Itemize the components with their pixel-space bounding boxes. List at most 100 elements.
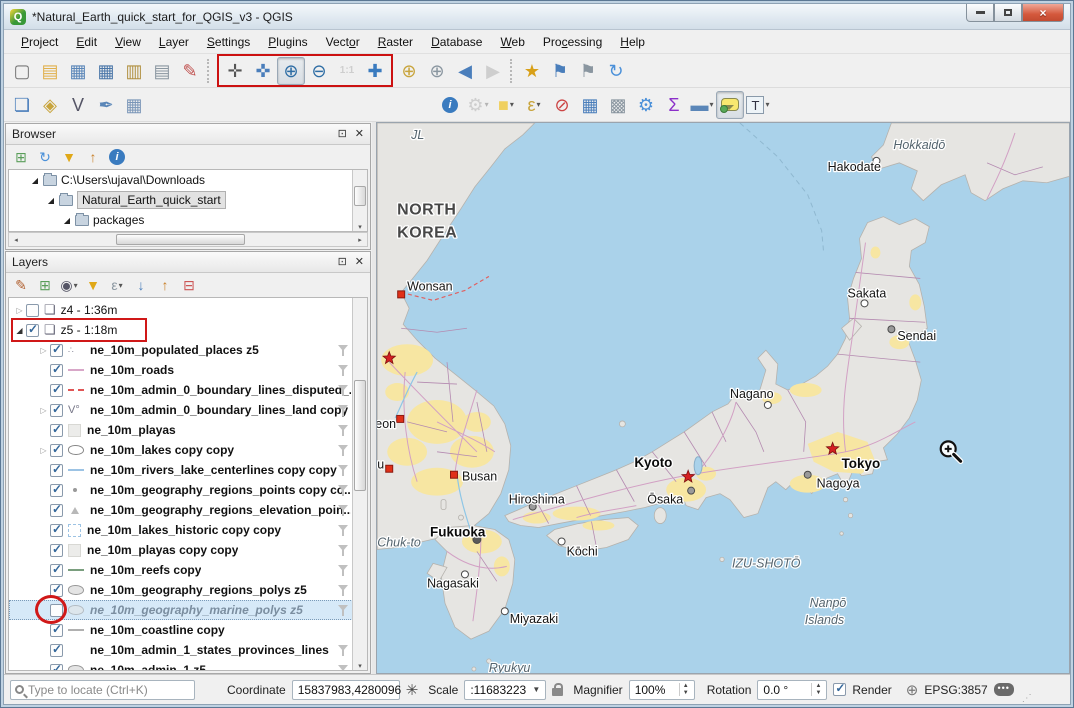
- layer-visibility-checkbox[interactable]: [50, 504, 63, 517]
- new-shapefile-layer-button[interactable]: V: [64, 91, 92, 119]
- layer-visibility-checkbox[interactable]: [50, 384, 63, 397]
- layer-row-ne-10m-admin-0-boundary-lines-disputed-[interactable]: ne_10m_admin_0_boundary_lines_disputed_.…: [9, 380, 367, 400]
- close-button[interactable]: ×: [1022, 4, 1064, 22]
- layer-row-z4-1-36m[interactable]: ▷❏z4 - 1:36m: [9, 300, 367, 320]
- menu-project[interactable]: Project: [12, 32, 67, 52]
- layer-row-ne-10m-playas-copy-copy[interactable]: ne_10m_playas copy copy: [9, 540, 367, 560]
- add-selected-layer-button[interactable]: ⊞: [10, 146, 32, 168]
- open-project-button[interactable]: ▤: [36, 57, 64, 85]
- layer-visibility-checkbox[interactable]: [50, 544, 63, 557]
- layer-row-ne-10m-reefs-copy[interactable]: ne_10m_reefs copy: [9, 560, 367, 580]
- layer-visibility-checkbox[interactable]: [26, 304, 39, 317]
- title-bar[interactable]: Q *Natural_Earth_quick_start_for_QGIS_v3…: [4, 4, 1070, 30]
- layer-row-ne-10m-geography-regions-elevation-poin-[interactable]: ne_10m_geography_regions_elevation_poin.…: [9, 500, 367, 520]
- dropdown-arrow-icon[interactable]: ▾: [485, 100, 489, 109]
- remove-layer-group-button[interactable]: ⊟: [178, 274, 200, 296]
- layer-visibility-checkbox[interactable]: [50, 524, 63, 537]
- run-feature-action-button[interactable]: ⚙▾: [464, 91, 492, 119]
- layer-row-ne-10m-populated-places-z5[interactable]: ▷∴ne_10m_populated_places z5: [9, 340, 367, 360]
- layer-visibility-checkbox[interactable]: [50, 464, 63, 477]
- spinner-icon[interactable]: ▲▼: [811, 683, 821, 696]
- layers-vscrollbar[interactable]: ▴ ▾: [352, 298, 367, 670]
- layer-visibility-checkbox[interactable]: [50, 404, 63, 417]
- layer-row-ne-10m-roads[interactable]: ne_10m_roads: [9, 360, 367, 380]
- layer-row-ne-10m-playas[interactable]: ne_10m_playas: [9, 420, 367, 440]
- dropdown-arrow-icon[interactable]: ▾: [765, 100, 769, 109]
- dropdown-arrow-icon[interactable]: ▾: [510, 100, 514, 109]
- dropdown-arrow-icon[interactable]: ▾: [74, 281, 78, 290]
- open-layer-styling-panel-button[interactable]: ✎: [10, 274, 32, 296]
- show-bookmark-manager-button[interactable]: ⚑: [574, 57, 602, 85]
- menu-raster[interactable]: Raster: [369, 32, 422, 52]
- layer-row-ne-10m-rivers-lake-centerlines-copy-copy[interactable]: ne_10m_rivers_lake_centerlines copy copy: [9, 460, 367, 480]
- browser-vscrollbar[interactable]: ▴▾: [352, 170, 367, 231]
- locator-search-input[interactable]: Type to locate (Ctrl+K): [10, 680, 195, 700]
- layer-row-ne-10m-coastline-copy[interactable]: ne_10m_coastline copy: [9, 620, 367, 640]
- rotation-input[interactable]: 0.0 ° ▲▼: [757, 680, 827, 700]
- zoom-in-button[interactable]: ⊕: [277, 57, 305, 85]
- expand-icon[interactable]: ◢: [61, 216, 73, 225]
- layer-visibility-checkbox[interactable]: [50, 624, 63, 637]
- expand-icon[interactable]: ▷: [37, 346, 50, 355]
- filter-indicator-icon[interactable]: [338, 465, 349, 476]
- menu-help[interactable]: Help: [611, 32, 654, 52]
- manage-map-themes-button[interactable]: ◉▾: [58, 274, 80, 296]
- layer-row-ne-10m-geography-marine-polys-z5[interactable]: ne_10m_geography_marine_polys z5: [9, 600, 367, 620]
- filter-indicator-icon[interactable]: [338, 665, 349, 672]
- browser-item-c-users-ujaval-downloads[interactable]: ◢C:\Users\ujaval\Downloads: [9, 170, 367, 190]
- zoom-next-button[interactable]: ▶: [479, 57, 507, 85]
- filter-indicator-icon[interactable]: [338, 365, 349, 376]
- menu-plugins[interactable]: Plugins: [259, 32, 316, 52]
- menu-layer[interactable]: Layer: [150, 32, 198, 52]
- show-spatial-bookmarks-button[interactable]: ⚑: [546, 57, 574, 85]
- add-group-button[interactable]: ⊞: [34, 274, 56, 296]
- zoom-to-selection-button[interactable]: ⊕: [423, 57, 451, 85]
- expand-icon[interactable]: ◢: [13, 326, 26, 335]
- lock-scale-icon[interactable]: [552, 688, 563, 696]
- filter-legend-button[interactable]: ▼: [82, 274, 104, 296]
- scroll-thumb[interactable]: [354, 380, 366, 492]
- new-project-button[interactable]: ▢: [8, 57, 36, 85]
- layer-row-ne-10m-geography-regions-polys-z5[interactable]: ne_10m_geography_regions_polys z5: [9, 580, 367, 600]
- layer-visibility-checkbox[interactable]: [50, 564, 63, 577]
- expand-all-button[interactable]: ↓: [130, 274, 152, 296]
- layer-visibility-checkbox[interactable]: [50, 344, 63, 357]
- menu-settings[interactable]: Settings: [198, 32, 259, 52]
- refresh-map-button[interactable]: ↻: [602, 57, 630, 85]
- browser-hscrollbar[interactable]: ◂ ▸: [8, 232, 368, 247]
- browser-properties-button[interactable]: i: [106, 146, 128, 168]
- open-attribute-table-button[interactable]: ▦: [576, 91, 604, 119]
- crs-globe-icon[interactable]: ⊕: [906, 681, 919, 699]
- new-spatial-bookmark-button[interactable]: ★: [518, 57, 546, 85]
- zoom-last-button[interactable]: ◀: [451, 57, 479, 85]
- refresh-browser-button[interactable]: ↻: [34, 146, 56, 168]
- zoom-full-button[interactable]: ✚: [361, 57, 389, 85]
- resize-grip[interactable]: ⋰: [1022, 693, 1032, 704]
- processing-toolbox-button[interactable]: ⚙: [632, 91, 660, 119]
- layer-visibility-checkbox[interactable]: [26, 324, 39, 337]
- menu-view[interactable]: View: [106, 32, 150, 52]
- filter-indicator-icon[interactable]: [338, 385, 349, 396]
- style-manager-button[interactable]: ✎: [176, 57, 204, 85]
- layer-row-ne-10m-admin-1-z5[interactable]: ne_10m_admin_1 z5: [9, 660, 367, 671]
- show-layout-manager-button[interactable]: ▤: [148, 57, 176, 85]
- dropdown-arrow-icon[interactable]: ▾: [709, 100, 713, 109]
- close-panel-icon[interactable]: ✕: [355, 129, 364, 140]
- layer-visibility-checkbox[interactable]: [50, 424, 63, 437]
- show-statistical-summary-button[interactable]: Σ: [660, 91, 688, 119]
- menu-web[interactable]: Web: [491, 32, 533, 52]
- expand-icon[interactable]: ▷: [13, 306, 26, 315]
- filter-indicator-icon[interactable]: [338, 585, 349, 596]
- scroll-right-icon[interactable]: ▸: [353, 234, 367, 245]
- scroll-down-icon[interactable]: ▾: [353, 662, 367, 670]
- filter-indicator-icon[interactable]: [338, 645, 349, 656]
- layer-visibility-checkbox[interactable]: [50, 664, 63, 672]
- dropdown-arrow-icon[interactable]: ▾: [119, 281, 123, 290]
- filter-legend-by-expression-button[interactable]: ε▾: [106, 274, 128, 296]
- filter-browser-button[interactable]: ▼: [58, 146, 80, 168]
- filter-indicator-icon[interactable]: [338, 405, 349, 416]
- epsg-status[interactable]: EPSG:3857: [924, 683, 987, 697]
- layer-visibility-checkbox[interactable]: [50, 644, 63, 657]
- filter-indicator-icon[interactable]: [338, 425, 349, 436]
- expand-icon[interactable]: ◢: [29, 176, 41, 185]
